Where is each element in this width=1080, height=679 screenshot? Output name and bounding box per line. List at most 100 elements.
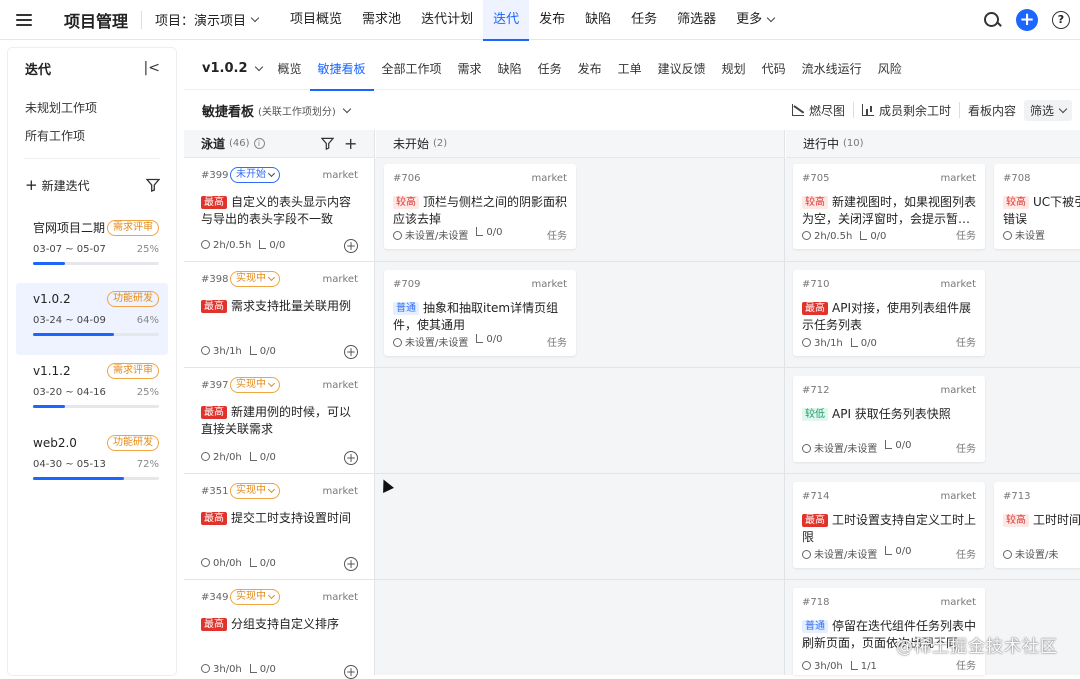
progress-bar xyxy=(33,477,159,480)
tab-planning[interactable]: 规划 xyxy=(714,48,754,90)
status-badge[interactable]: 实现中 xyxy=(230,271,280,287)
work-item-card[interactable]: #713 较高工时时间 未设置/未 xyxy=(994,482,1080,568)
search-icon[interactable] xyxy=(982,10,1002,30)
lane-id: #351 xyxy=(201,486,228,497)
nav-task[interactable]: 任务 xyxy=(621,0,667,40)
status-badge[interactable]: 实现中 xyxy=(230,377,280,393)
clock-icon xyxy=(393,231,402,240)
filter-icon[interactable] xyxy=(321,137,334,153)
card-type: 任务 xyxy=(956,657,976,672)
subtask-value: 0/0 xyxy=(895,546,911,557)
tab-releases[interactable]: 发布 xyxy=(570,48,610,90)
status-badge[interactable]: 实现中 xyxy=(230,589,280,605)
status-badge[interactable]: 实现中 xyxy=(230,483,280,499)
filter-icon[interactable] xyxy=(146,178,160,192)
subtask-value: 0/0 xyxy=(895,440,911,451)
version-label: v1.0.2 xyxy=(202,61,248,76)
clock-icon xyxy=(802,338,811,347)
work-item-card[interactable]: #709 market 普通抽象和抽取item详情页组件，使其通用 未设置/未设… xyxy=(384,270,576,356)
todo-column-header: 未开始(2) xyxy=(376,130,785,158)
card-id: #709 xyxy=(393,279,420,290)
nav-overview[interactable]: 项目概览 xyxy=(280,0,352,40)
nav-iteration-plan[interactable]: 迭代计划 xyxy=(411,0,483,40)
iteration-item[interactable]: 官网项目二期需求评审 03-07 ~ 05-0725% xyxy=(16,211,168,283)
add-lane-icon[interactable]: + xyxy=(344,134,357,153)
card-hours: 3h/1h xyxy=(802,338,843,349)
nav-release[interactable]: 发布 xyxy=(529,0,575,40)
board-filter-select[interactable]: 筛选 xyxy=(1024,100,1072,121)
subtask-value: 0/0 xyxy=(486,227,502,238)
add-icon[interactable]: + xyxy=(344,451,358,465)
card-subtasks: 1/1 xyxy=(851,661,877,672)
swimlane[interactable]: #351 实现中 market 最高提交工时支持设置时间 0h/0h0/0 + xyxy=(184,474,375,579)
card-title: 较高UC下被引错误 xyxy=(1003,194,1080,228)
status-badge: 功能研发 xyxy=(107,435,159,451)
work-item-card[interactable]: #705 market 较高新建视图时，如果视图列表为空，关闭浮窗时，会提示暂…… xyxy=(793,164,985,249)
card-id: #706 xyxy=(393,173,420,184)
status-badge: 需求评审 xyxy=(107,220,159,236)
help-icon[interactable]: ? xyxy=(1052,11,1070,29)
tab-requirements[interactable]: 需求 xyxy=(450,48,490,90)
nav-requirement-pool[interactable]: 需求池 xyxy=(352,0,411,40)
chevron-down-icon[interactable] xyxy=(343,104,351,112)
progress-fill xyxy=(33,333,114,336)
swimlane[interactable]: #349 实现中 market 最高分组支持自定义排序 3h/0h0/0 + xyxy=(184,580,375,675)
iteration-item[interactable]: v1.1.2需求评审 03-20 ~ 04-1625% xyxy=(16,355,168,427)
priority-badge: 最高 xyxy=(201,196,227,209)
iteration-percent: 25% xyxy=(137,387,159,398)
burndown-button[interactable]: 燃尽图 xyxy=(792,102,845,119)
add-icon[interactable]: + xyxy=(344,665,358,679)
work-item-card[interactable]: #712 market 较低API 获取任务列表快照 未设置/未设置0/0 任务 xyxy=(793,376,985,462)
new-iteration-button[interactable]: +新建迭代 xyxy=(25,176,90,194)
priority-badge: 较高 xyxy=(1003,514,1029,527)
collapse-icon[interactable]: |< xyxy=(144,60,160,76)
swimlane[interactable]: #397 实现中 market 最高新建用例的时候，可以直接关联需求 2h/0h… xyxy=(184,368,375,473)
tab-pipeline[interactable]: 流水线运行 xyxy=(794,48,870,90)
todo-count: (2) xyxy=(433,138,447,149)
work-item-card[interactable]: #708 较高UC下被引错误 未设置 xyxy=(994,164,1080,249)
card-type: 任务 xyxy=(956,546,976,561)
iteration-tabs: v1.0.2 概览 敏捷看板 全部工作项 需求 缺陷 任务 发布 工单 建议反馈… xyxy=(184,48,1080,90)
nav-filter[interactable]: 筛选器 xyxy=(667,0,726,40)
tab-tickets[interactable]: 工单 xyxy=(610,48,650,90)
tab-agile-board[interactable]: 敏捷看板 xyxy=(310,48,374,90)
nav-more[interactable]: 更多 xyxy=(726,0,784,40)
sidebar-link-unplanned[interactable]: 未规划工作项 xyxy=(25,94,176,122)
board-header: 敏捷看板 (关联工作项划分) 燃尽图 成员剩余工时 看板内容 筛选 xyxy=(184,90,1080,130)
tab-tasks[interactable]: 任务 xyxy=(530,48,570,90)
tab-risk[interactable]: 风险 xyxy=(870,48,910,90)
nav-iteration[interactable]: 迭代 xyxy=(483,0,529,40)
sidebar-link-all[interactable]: 所有工作项 xyxy=(25,122,176,150)
menu-icon[interactable] xyxy=(16,14,32,26)
lane-tag: market xyxy=(323,274,359,285)
lane-subtasks: 0/0 xyxy=(250,346,276,357)
tab-overview[interactable]: 概览 xyxy=(270,48,310,90)
work-item-card[interactable]: #710 market 最高API对接，使用列表组件展示任务列表 3h/1h0/… xyxy=(793,270,985,356)
card-tag: market xyxy=(532,279,568,290)
tab-all-items[interactable]: 全部工作项 xyxy=(374,48,450,90)
add-icon[interactable]: + xyxy=(1016,9,1038,31)
lane-subtasks: 0/0 xyxy=(259,240,285,251)
nav-defect[interactable]: 缺陷 xyxy=(575,0,621,40)
version-selector[interactable]: v1.0.2 xyxy=(202,61,262,76)
iteration-item[interactable]: v1.0.2功能研发 03-24 ~ 04-0964% xyxy=(16,283,168,355)
tab-feedback[interactable]: 建议反馈 xyxy=(650,48,714,90)
card-hours: 未设置/未 xyxy=(1003,546,1058,561)
add-icon[interactable]: + xyxy=(344,345,358,359)
tab-defects[interactable]: 缺陷 xyxy=(490,48,530,90)
card-subtasks: 0/0 xyxy=(476,227,502,242)
swimlane[interactable]: #398 实现中 market 最高需求支持批量关联用例 3h/1h0/0 + xyxy=(184,262,375,367)
add-icon[interactable]: + xyxy=(344,239,358,253)
status-badge[interactable]: 未开始 xyxy=(230,167,280,183)
add-icon[interactable]: + xyxy=(344,557,358,571)
work-item-card[interactable]: #714 market 最高工时设置支持自定义工时上限 未设置/未设置0/0 任… xyxy=(793,482,985,568)
card-tag: market xyxy=(532,173,568,184)
tab-code[interactable]: 代码 xyxy=(754,48,794,90)
remaining-hours-button[interactable]: 成员剩余工时 xyxy=(862,102,951,119)
swimlane[interactable]: #399 未开始 market 最高自定义的表头显示内容与导出的表头字段不一致 … xyxy=(184,158,375,261)
iteration-item[interactable]: web2.0功能研发 04-30 ~ 05-1372% xyxy=(16,427,168,499)
progress-bar xyxy=(33,405,159,408)
project-selector[interactable]: 项目：演示项目 xyxy=(155,10,258,29)
work-item-card[interactable]: #706 market 较高顶栏与侧栏之间的阴影面积应该去掉 未设置/未设置0/… xyxy=(384,164,576,249)
lane-hours: 3h/0h xyxy=(201,664,242,675)
